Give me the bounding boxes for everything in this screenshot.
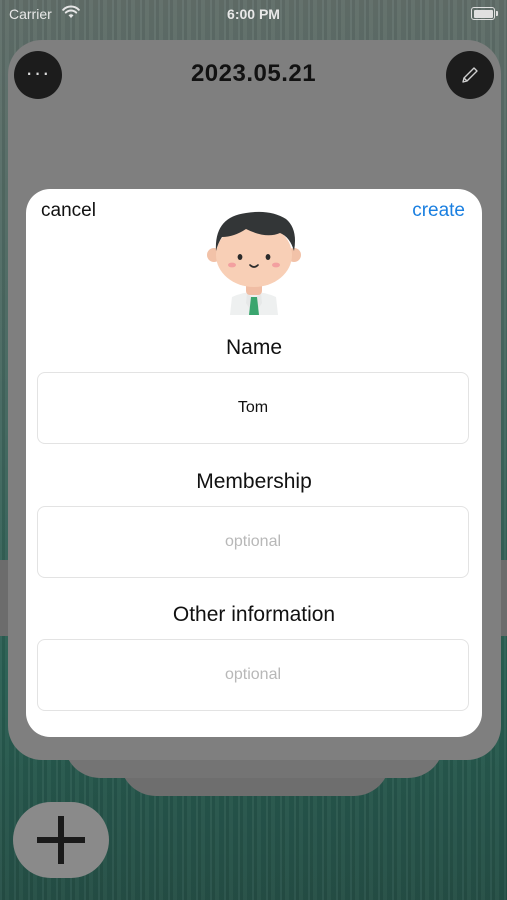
cancel-button[interactable]: cancel bbox=[41, 200, 96, 222]
person-avatar-icon[interactable] bbox=[206, 207, 302, 315]
plus-icon bbox=[37, 816, 85, 864]
other-information-field[interactable]: optional bbox=[37, 639, 469, 711]
other-information-label: Other information bbox=[172, 603, 336, 626]
membership-placeholder: optional bbox=[224, 533, 282, 550]
status-bar: Carrier 6:00 PM bbox=[0, 0, 507, 28]
pencil-icon bbox=[462, 67, 478, 83]
other-information-placeholder: optional bbox=[224, 666, 282, 683]
name-value: Tom bbox=[237, 399, 269, 416]
add-button[interactable] bbox=[13, 802, 109, 878]
name-label: Name bbox=[225, 336, 283, 359]
status-time: 6:00 PM bbox=[227, 6, 280, 22]
membership-field[interactable]: optional bbox=[37, 506, 469, 578]
page-title: 2023.05.21 bbox=[190, 60, 317, 87]
name-field[interactable]: Tom bbox=[37, 372, 469, 444]
edit-button[interactable] bbox=[446, 51, 494, 99]
new-person-modal: cancel create Name Tom Membership option… bbox=[26, 189, 482, 737]
create-button[interactable]: create bbox=[412, 200, 465, 222]
membership-label: Membership bbox=[196, 470, 312, 493]
battery-icon bbox=[471, 7, 498, 20]
